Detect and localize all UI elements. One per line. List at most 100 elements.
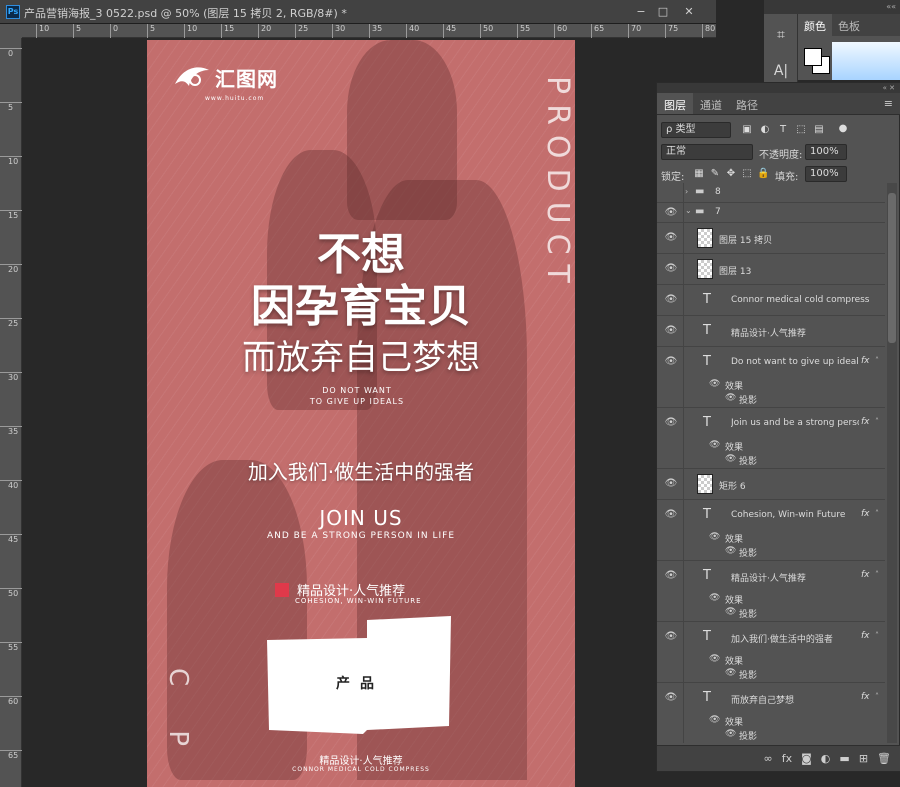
tab-paths[interactable]: 路径 xyxy=(729,93,765,114)
fx-icon[interactable]: fx xyxy=(861,417,870,427)
tab-layers[interactable]: 图层 xyxy=(657,93,693,114)
fx-icon[interactable]: fx xyxy=(861,692,870,702)
eye-icon[interactable]: 👁 xyxy=(663,631,679,642)
layer-list[interactable]: › ▬ 8 👁 ⌄ ▬ 7 👁 图层 15 拷贝 👁 图层 13 👁 T Con… xyxy=(657,183,885,743)
layer-filter-select[interactable]: ρ 类型 xyxy=(661,122,731,138)
ruler-corner[interactable] xyxy=(0,24,22,38)
tab-color[interactable]: 颜色 xyxy=(798,14,832,36)
tab-swatches[interactable]: 色板 xyxy=(832,14,866,36)
eye-icon[interactable]: 👁 xyxy=(663,478,679,489)
restore-button[interactable]: □ xyxy=(654,3,672,21)
eye-icon[interactable]: 👁 xyxy=(709,715,720,725)
close-button[interactable]: ✕ xyxy=(680,3,698,21)
eye-icon[interactable]: 👁 xyxy=(725,607,736,617)
eye-icon[interactable]: 👁 xyxy=(709,440,720,450)
opacity-input[interactable]: 100% xyxy=(805,144,847,160)
eye-icon[interactable]: 👁 xyxy=(663,325,679,336)
eye-icon[interactable]: 👁 xyxy=(663,263,679,274)
adjustment-layer-icon[interactable]: ◐ xyxy=(821,752,831,765)
ruler-tick-label: 10 xyxy=(184,24,197,38)
type-icon[interactable]: A| xyxy=(770,60,792,82)
layer-row[interactable]: 👁 图层 15 拷贝 xyxy=(657,223,885,254)
eye-icon[interactable]: 👁 xyxy=(663,509,679,520)
eye-icon[interactable]: 👁 xyxy=(725,393,736,403)
lock-all-icon[interactable]: 🔒 xyxy=(757,168,769,180)
new-group-icon[interactable]: ▬ xyxy=(839,752,849,765)
eye-icon[interactable]: 👁 xyxy=(663,207,679,218)
eye-icon[interactable]: 👁 xyxy=(725,668,736,678)
color-picker-field[interactable] xyxy=(832,42,900,80)
link-layers-icon[interactable]: ∞ xyxy=(764,752,773,765)
ruler-tick-label: 15 xyxy=(221,24,234,38)
layer-row[interactable]: 👁 T Connor medical cold compress xyxy=(657,285,885,316)
add-mask-icon[interactable]: ◙ xyxy=(801,752,812,765)
eye-icon[interactable]: 👁 xyxy=(663,294,679,305)
chevron-right-icon[interactable]: › xyxy=(685,187,688,196)
chevron-up-icon[interactable]: ˄ xyxy=(875,692,879,701)
document-title[interactable]: 产品营销海报_3 0522.psd @ 50% (图层 15 拷贝 2, RGB… xyxy=(24,5,347,21)
layer-row[interactable]: 👁 T 加入我们·做生活中的强者 fx ˄ 👁 效果 👁 投影 xyxy=(657,622,885,683)
eye-icon[interactable]: 👁 xyxy=(725,546,736,556)
fx-icon[interactable]: fx xyxy=(861,570,870,580)
layers-panel-header[interactable]: « ✕ xyxy=(657,83,900,93)
layer-row[interactable]: 👁 T Do not want to give up ideals fx ˄ 👁… xyxy=(657,347,885,408)
filter-toggle-icon[interactable]: ● xyxy=(837,123,849,135)
layer-row[interactable]: 👁 图层 13 xyxy=(657,254,885,285)
chevron-up-icon[interactable]: ˄ xyxy=(875,417,879,426)
eye-icon[interactable]: 👁 xyxy=(709,532,720,542)
eye-icon[interactable]: 👁 xyxy=(663,570,679,581)
layer-row[interactable]: 👁 T 精品设计·人气推荐 fx ˄ 👁 效果 👁 投影 xyxy=(657,561,885,622)
eye-icon[interactable]: 👁 xyxy=(663,417,679,428)
panel-menu-icon[interactable]: ≡ xyxy=(884,97,893,110)
eye-icon[interactable]: 👁 xyxy=(725,729,736,739)
chevron-down-icon[interactable]: ⌄ xyxy=(685,206,692,215)
layer-row[interactable]: 👁 T Join us and be a strong perso... fx … xyxy=(657,408,885,469)
blend-mode-select[interactable]: 正常 xyxy=(661,144,753,160)
eye-icon[interactable]: 👁 xyxy=(663,356,679,367)
canvas-area[interactable]: 汇图网 www.huitu.com PRODUCT 不想 因孕育宝贝 而放弃自己… xyxy=(22,38,716,787)
dock-collapse-bar[interactable]: «« xyxy=(764,0,900,14)
fx-icon[interactable]: fx xyxy=(861,509,870,519)
foreground-color-swatch[interactable] xyxy=(804,48,822,66)
chevron-up-icon[interactable]: ˄ xyxy=(875,356,879,365)
layer-row[interactable]: › ▬ 8 xyxy=(657,183,885,203)
vertical-ruler[interactable]: 0 5 10 15 20 25 30 35 40 45 50 55 60 65 xyxy=(0,38,22,787)
poster-artboard[interactable]: 汇图网 www.huitu.com PRODUCT 不想 因孕育宝贝 而放弃自己… xyxy=(147,40,575,787)
lock-transparent-icon[interactable]: ▦ xyxy=(693,168,705,180)
eye-icon[interactable]: 👁 xyxy=(709,379,720,389)
lock-artboard-icon[interactable]: ⬚ xyxy=(741,168,753,180)
lock-image-icon[interactable]: ✎ xyxy=(709,168,721,180)
layer-row[interactable]: 👁 矩形 6 xyxy=(657,469,885,500)
filter-pixel-icon[interactable]: ▣ xyxy=(741,124,753,136)
layer-row[interactable]: 👁 T Cohesion, Win-win Future fx ˄ 👁 效果 👁… xyxy=(657,500,885,561)
chevron-up-icon[interactable]: ˄ xyxy=(875,570,879,579)
layer-list-scrollbar[interactable] xyxy=(887,183,897,743)
layer-row[interactable]: 👁 ⌄ ▬ 7 xyxy=(657,203,885,223)
eye-icon[interactable]: 👁 xyxy=(709,654,720,664)
drop-shadow-label: 投影 xyxy=(739,457,758,467)
add-style-icon[interactable]: fx xyxy=(782,752,792,765)
layer-row[interactable]: 👁 T 而放弃自己梦想 fx ˄ 👁 效果 👁 投影 xyxy=(657,683,885,743)
history-icon[interactable]: ⌗ xyxy=(770,24,792,46)
eye-icon[interactable]: 👁 xyxy=(709,593,720,603)
trash-icon[interactable]: 🗑 xyxy=(877,752,891,765)
chevron-up-icon[interactable]: ˄ xyxy=(875,509,879,518)
fx-icon[interactable]: fx xyxy=(861,356,870,366)
scrollbar-thumb[interactable] xyxy=(888,193,896,343)
chevron-up-icon[interactable]: ˄ xyxy=(875,631,879,640)
tab-channels[interactable]: 通道 xyxy=(693,93,729,114)
eye-icon[interactable]: 👁 xyxy=(725,454,736,464)
lock-position-icon[interactable]: ✥ xyxy=(725,168,737,180)
fill-input[interactable]: 100% xyxy=(805,166,847,182)
eye-icon[interactable]: 👁 xyxy=(663,692,679,703)
minimize-button[interactable]: − xyxy=(632,3,650,21)
new-layer-icon[interactable]: ⊞ xyxy=(859,752,868,765)
horizontal-ruler[interactable]: 10 5 0 5 10 15 20 25 30 35 40 45 50 55 60 65 70 75 80 xyxy=(22,24,716,38)
filter-shape-icon[interactable]: ⬚ xyxy=(795,124,807,136)
fx-icon[interactable]: fx xyxy=(861,631,870,641)
filter-adjustment-icon[interactable]: ◐ xyxy=(759,124,771,136)
filter-type-icon[interactable]: T xyxy=(777,124,789,136)
filter-smart-object-icon[interactable]: ▤ xyxy=(813,124,825,136)
layer-row[interactable]: 👁 T 精品设计·人气推荐 xyxy=(657,316,885,347)
eye-icon[interactable]: 👁 xyxy=(663,232,679,243)
